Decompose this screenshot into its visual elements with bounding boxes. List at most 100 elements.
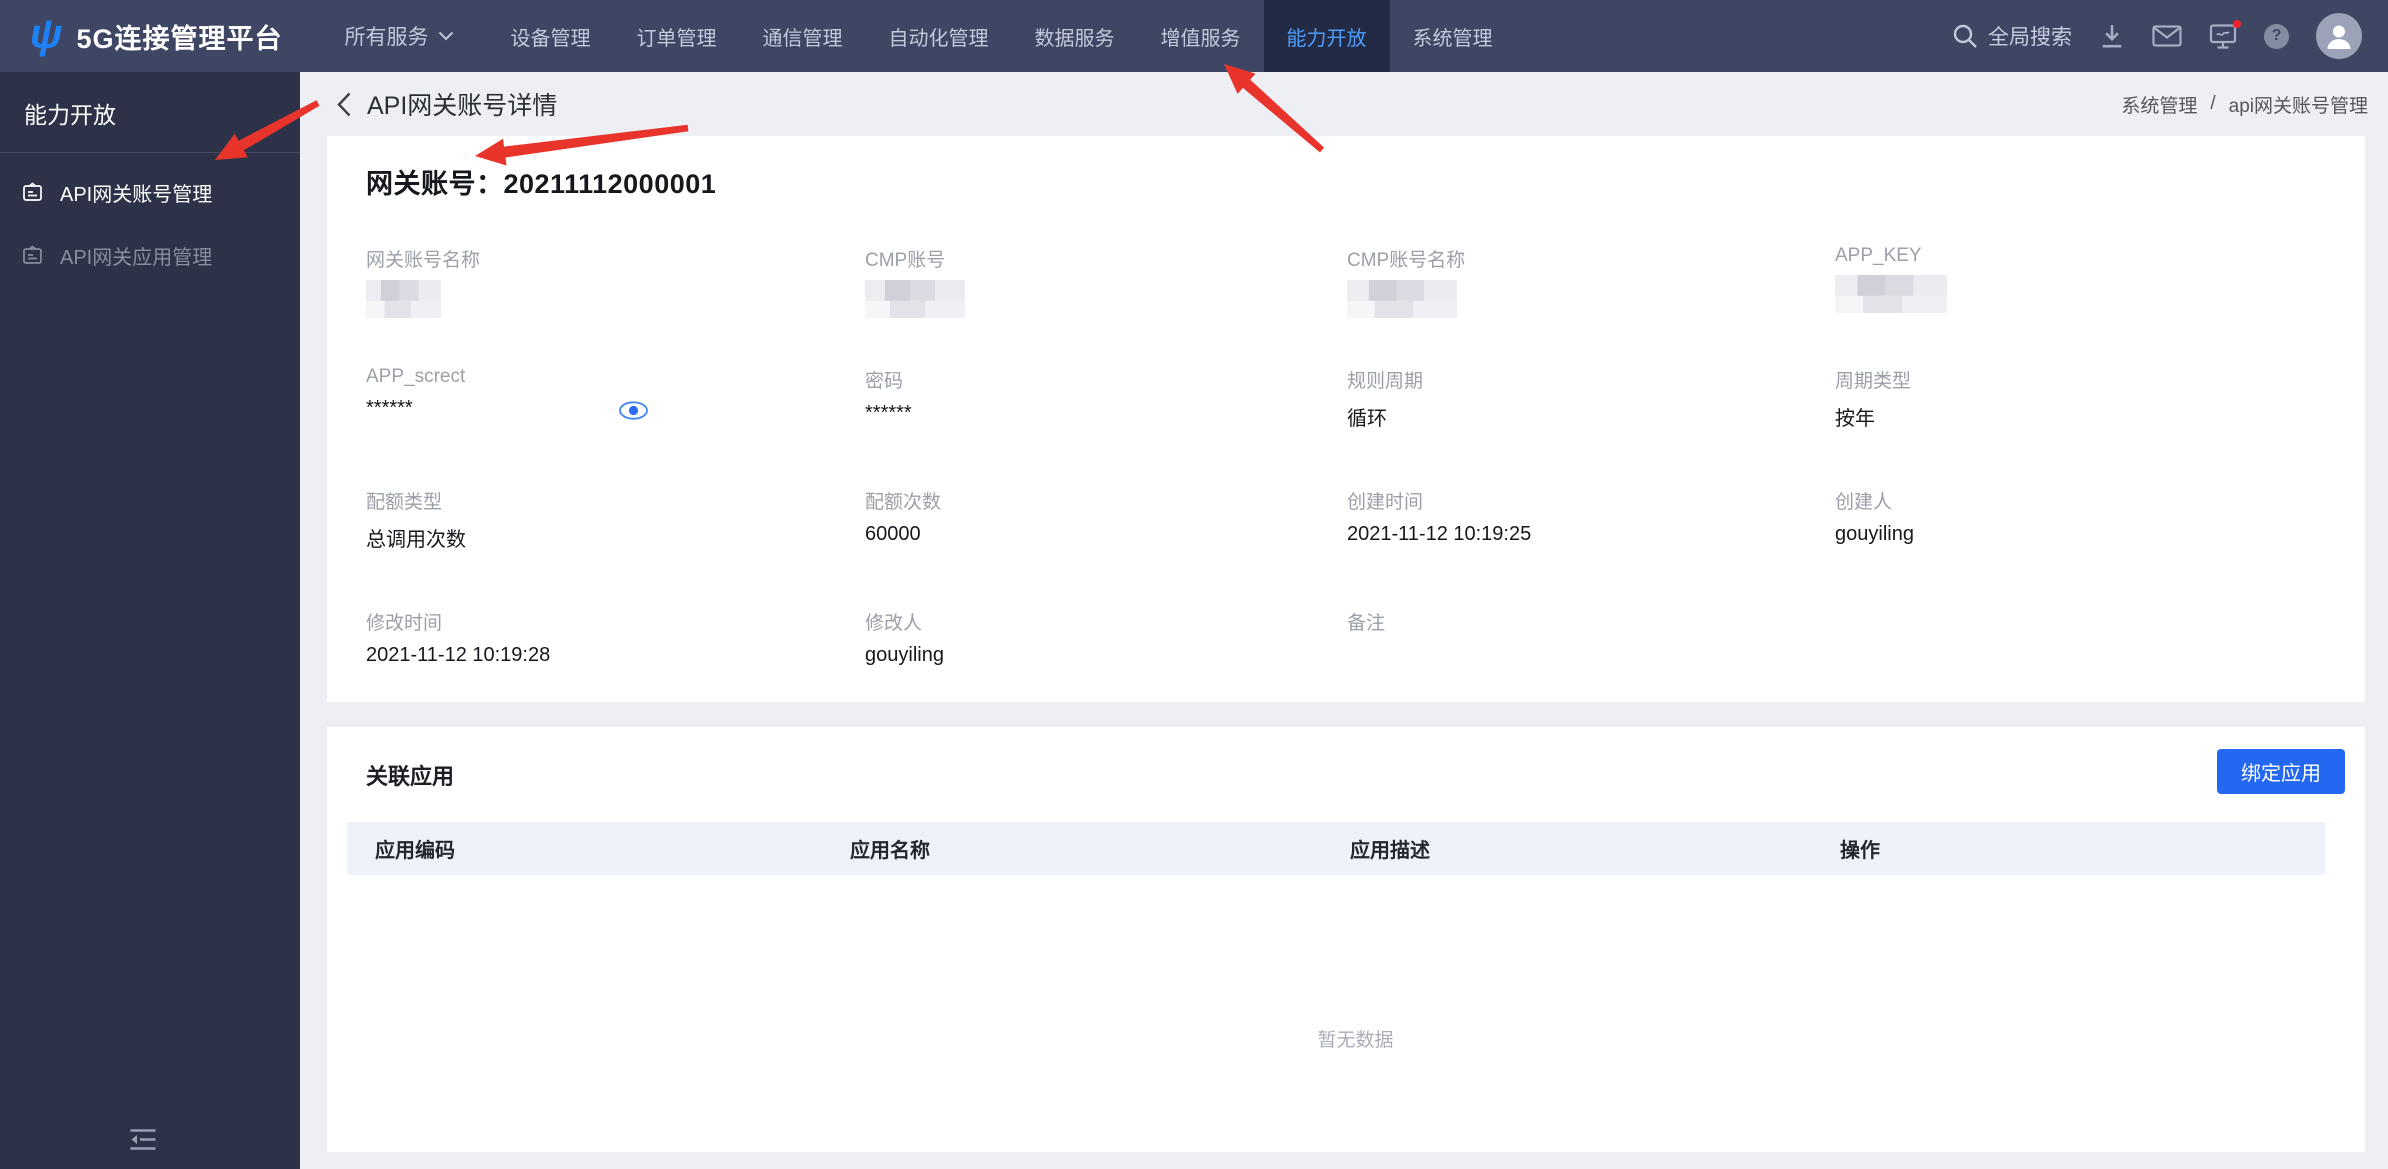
redacted-value: [1835, 275, 1947, 313]
monitor-button[interactable]: [2209, 19, 2241, 50]
table-column-header: 应用编码: [375, 840, 455, 862]
field: 修改时间 2021-11-12 10:19:28: [366, 608, 865, 729]
field-value: gouyiling: [1835, 523, 1914, 545]
field: APP_KEY: [1835, 245, 2365, 366]
page-title: API网关账号详情: [367, 92, 558, 120]
mail-button[interactable]: [2152, 25, 2182, 47]
page-header: API网关账号详情 系统管理 / api网关账号管理: [300, 72, 2388, 136]
detail-fields: 网关账号名称 CMP账号 CMP账号名称 APP_KEY APP_screct *****…: [366, 245, 2365, 729]
field: 网关账号名称: [366, 245, 865, 366]
field-label: 创建人: [1835, 492, 1893, 513]
sidebar-header: 能力开放: [24, 102, 116, 128]
detail-card: 网关账号：20211112000001 网关账号名称 CMP账号 CMP账号名称 AP…: [327, 136, 2365, 702]
chevron-left-icon: [337, 92, 351, 116]
nav-item-数据服务[interactable]: 数据服务: [1012, 0, 1138, 72]
field-value: ******: [366, 397, 413, 419]
field-value: 按年: [1835, 408, 1875, 430]
sidebar-item-label: API网关账号管理: [60, 184, 213, 206]
field-label: APP_KEY: [1835, 245, 1922, 266]
field-label: 周期类型: [1835, 371, 1912, 392]
field: 配额次数 60000: [865, 487, 1347, 608]
breadcrumb: 系统管理 / api网关账号管理: [2121, 91, 2368, 118]
sidebar-item-API网关账号管理[interactable]: API网关账号管理: [0, 161, 300, 224]
global-search-label: 全局搜索: [1988, 26, 2072, 49]
download-button[interactable]: [2099, 23, 2125, 50]
help-button[interactable]: ?: [2264, 23, 2289, 49]
field-value: 循环: [1347, 408, 1387, 430]
redacted-value: [366, 280, 441, 318]
field-label: 配额类型: [366, 492, 443, 513]
nav-item-通信管理[interactable]: 通信管理: [740, 0, 866, 72]
sidebar-items: API网关账号管理 API网关应用管理: [0, 153, 300, 287]
nav-item-自动化管理[interactable]: 自动化管理: [866, 0, 1012, 72]
field: 创建人 gouyiling: [1835, 487, 2365, 608]
field-label: 网关账号名称: [366, 250, 481, 271]
table-column-header: 操作: [1840, 840, 1880, 862]
table-column-header: 应用描述: [1350, 840, 1430, 862]
field-label: 备注: [1347, 613, 1386, 634]
monitor-icon: [2209, 23, 2237, 49]
back-button[interactable]: API网关账号详情: [336, 86, 557, 122]
app-root: ψ 5G连接管理平台 所有服务 设备管理 订单管理 通信管理 自动化管理 数据服务 增值服…: [0, 0, 2388, 1169]
clipboard-icon: [23, 182, 42, 201]
field-label: 修改人: [865, 613, 923, 634]
nav-item-订单管理[interactable]: 订单管理: [614, 0, 740, 72]
field-label: APP_screct: [366, 366, 466, 387]
download-icon: [2102, 24, 2122, 48]
related-apps-title: 关联应用: [366, 764, 455, 789]
eye-icon[interactable]: [618, 400, 649, 426]
notification-dot: [2233, 19, 2241, 28]
field: 规则周期 循环: [1347, 366, 1835, 487]
field-value: 60000: [865, 523, 921, 545]
field: APP_screct ******: [366, 366, 865, 487]
chevron-down-icon: [438, 31, 453, 41]
content-area: API网关账号详情 系统管理 / api网关账号管理 网关账号：2021111200…: [300, 72, 2388, 1169]
field: 周期类型 按年: [1835, 366, 2365, 487]
field-value: gouyiling: [865, 644, 944, 666]
global-search[interactable]: 全局搜索: [1952, 21, 2072, 51]
field: 创建时间 2021-11-12 10:19:25: [1347, 487, 1835, 608]
menu-fold-button[interactable]: [128, 1127, 158, 1157]
all-services-label: 所有服务: [344, 26, 429, 49]
nav-item-能力开放[interactable]: 能力开放: [1263, 0, 1390, 72]
field-label: CMP账号: [865, 250, 946, 271]
field: 密码 ******: [865, 366, 1347, 487]
telecom-logo-icon: ψ: [30, 10, 63, 57]
app-title: 5G连接管理平台: [76, 23, 283, 54]
all-services-dropdown[interactable]: 所有服务: [329, 0, 470, 72]
user-avatar[interactable]: [2316, 13, 2362, 59]
field-value: 2021-11-12 10:19:28: [366, 644, 551, 666]
field-value: ******: [865, 402, 912, 424]
clipboard-icon: [23, 245, 42, 264]
nav-item-设备管理[interactable]: 设备管理: [488, 0, 614, 72]
breadcrumb-item[interactable]: api网关账号管理: [2229, 91, 2368, 118]
field: 配额类型 总调用次数: [366, 487, 865, 608]
redacted-value: [865, 280, 965, 318]
field-label: 创建时间: [1347, 492, 1424, 513]
apps-table-header: 应用编码 应用名称 应用描述 操作: [347, 822, 2325, 875]
search-icon: [1953, 24, 1977, 48]
sidebar-item-API网关应用管理[interactable]: API网关应用管理: [0, 224, 300, 287]
nav-item-增值服务[interactable]: 增值服务: [1138, 0, 1264, 72]
field-label: 规则周期: [1347, 371, 1424, 392]
field: CMP账号: [865, 245, 1347, 366]
bind-app-button[interactable]: 绑定应用: [2217, 749, 2345, 794]
field-label: CMP账号名称: [1347, 250, 1466, 271]
nav-item-系统管理[interactable]: 系统管理: [1390, 0, 1516, 72]
field: 修改人 gouyiling: [865, 608, 1347, 729]
nav-items: 设备管理 订单管理 通信管理 自动化管理 数据服务 增值服务 能力开放 系统管理: [488, 0, 1516, 72]
top-nav: ψ 5G连接管理平台 所有服务 设备管理 订单管理 通信管理 自动化管理 数据服务 增值服…: [0, 0, 2388, 72]
user-icon: [2327, 25, 2351, 49]
menu-fold-icon: [130, 1129, 156, 1150]
breadcrumb-separator: /: [2210, 93, 2216, 114]
field: CMP账号名称: [1347, 245, 1835, 366]
related-apps-card: 关联应用 绑定应用 应用编码 应用名称 应用描述 操作 暂无数据: [327, 727, 2365, 1152]
breadcrumb-item[interactable]: 系统管理: [2121, 91, 2197, 118]
field: 备注: [1347, 608, 1835, 729]
nav-right: 全局搜索 ?: [1952, 13, 2362, 59]
empty-state: 暂无数据: [1317, 1030, 1394, 1051]
field-value: 2021-11-12 10:19:25: [1347, 523, 1532, 545]
field-label: 配额次数: [865, 492, 942, 513]
help-icon: ?: [2264, 23, 2289, 49]
field-label: 密码: [865, 371, 904, 392]
